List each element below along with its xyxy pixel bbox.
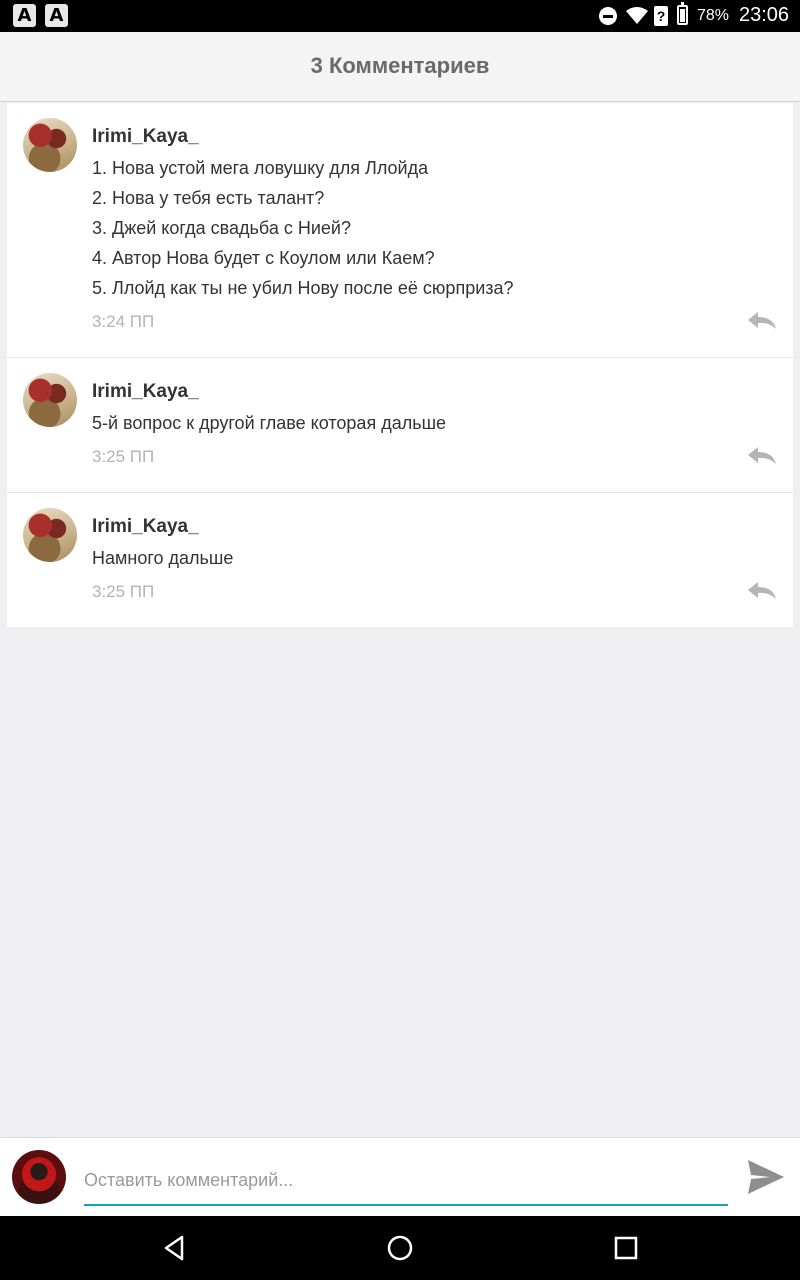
comment-text: Намного дальше [92, 543, 793, 573]
reply-icon[interactable] [747, 581, 777, 601]
comment-text-line: 5. Ллойд как ты не убил Нову после её сю… [92, 278, 514, 298]
comment-item: Irimi_Kaya_ Намного дальше 3:25 ПП [7, 493, 793, 627]
comment-text-line: 3. Джей когда свадьба с Нией? [92, 218, 351, 238]
home-icon[interactable] [385, 1233, 415, 1263]
wifi-icon [626, 7, 648, 24]
comment-text-line: 4. Автор Нова будет с Коулом или Каем? [92, 248, 435, 268]
battery-percent: 78% [697, 7, 730, 24]
current-user-avatar [12, 1150, 66, 1204]
comment-text-line: Намного дальше [92, 548, 234, 568]
reply-icon[interactable] [747, 446, 777, 466]
comment-username[interactable]: Irimi_Kaya_ [92, 515, 793, 539]
comment-list: Irimi_Kaya_ 1. Нова устой мега ловушку д… [7, 103, 793, 627]
comment-timestamp: 3:25 ПП [92, 447, 155, 466]
app-a-icon: A [45, 4, 68, 27]
back-icon[interactable] [160, 1233, 190, 1263]
comment-timestamp: 3:24 ПП [92, 312, 155, 331]
do-not-disturb-icon [599, 7, 617, 25]
send-icon[interactable] [746, 1158, 786, 1196]
clock: 23:06 [739, 4, 790, 26]
comment-text-line: 5-й вопрос к другой главе которая дальше [92, 413, 447, 433]
status-bar: A A ? 78% 23:06 [0, 0, 800, 32]
comment-input-bar [0, 1137, 800, 1216]
comment-item: Irimi_Kaya_ 1. Нова устой мега ловушку д… [7, 103, 793, 358]
recents-icon[interactable] [611, 1233, 641, 1263]
comment-item: Irimi_Kaya_ 5-й вопрос к другой главе ко… [7, 358, 793, 493]
comment-text-line: 1. Нова устой мега ловушку для Ллойда [92, 158, 429, 178]
sim-unknown-icon: ? [654, 6, 668, 26]
app-a-icon: A [13, 4, 36, 27]
comment-text: 1. Нова устой мега ловушку для Ллойда 2.… [92, 153, 793, 303]
avatar[interactable] [23, 118, 77, 172]
comment-username[interactable]: Irimi_Kaya_ [92, 125, 793, 149]
avatar[interactable] [23, 373, 77, 427]
comment-username[interactable]: Irimi_Kaya_ [92, 380, 793, 404]
reply-icon[interactable] [747, 311, 777, 331]
system-nav-bar [0, 1216, 800, 1280]
comment-input[interactable] [84, 1156, 728, 1206]
battery-icon [677, 2, 688, 25]
comment-timestamp: 3:25 ПП [92, 582, 155, 601]
avatar[interactable] [23, 508, 77, 562]
comment-text-line: 2. Нова у тебя есть талант? [92, 188, 325, 208]
comment-text: 5-й вопрос к другой главе которая дальше [92, 408, 793, 438]
page-title: 3 Комментариев [0, 32, 800, 102]
